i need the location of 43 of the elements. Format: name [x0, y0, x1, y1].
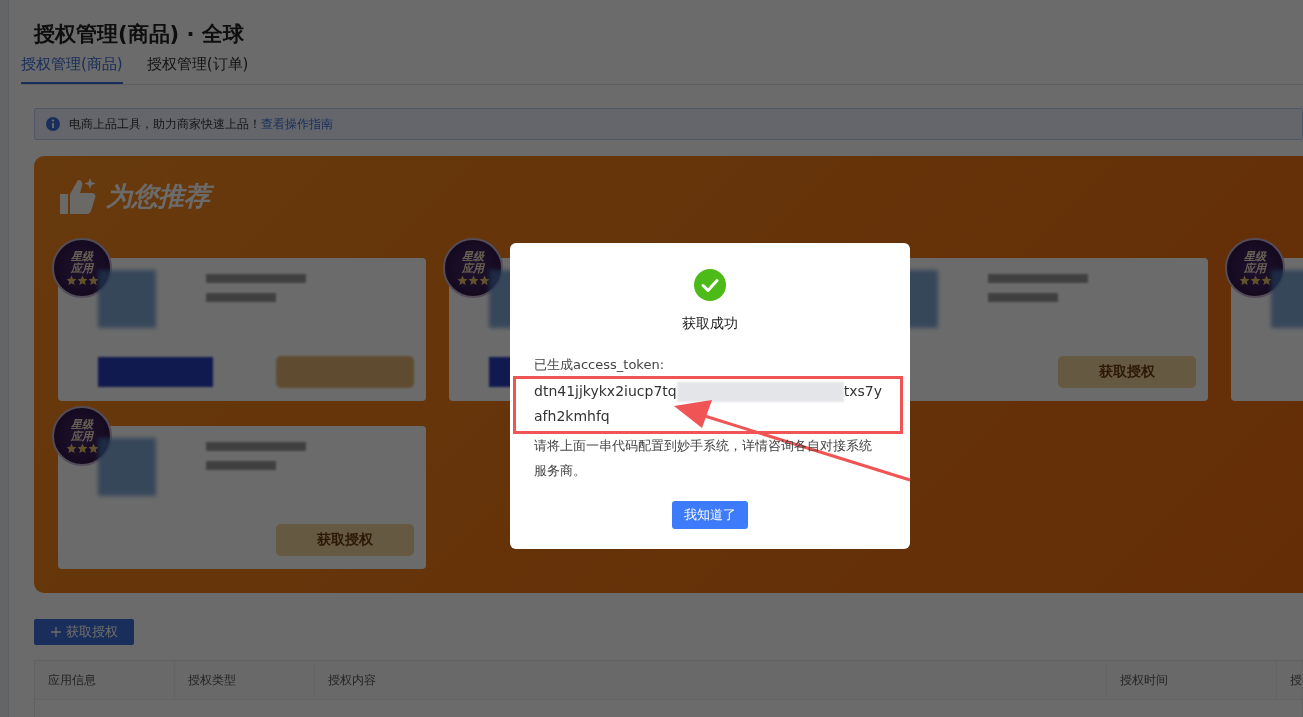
- blurred-text: [206, 461, 276, 470]
- blurred-image: [98, 438, 156, 496]
- authorize-button[interactable]: 获取授权: [276, 524, 414, 556]
- star-icon: [87, 274, 99, 286]
- add-button[interactable]: 获取授权: [34, 619, 134, 645]
- column-header: 授权类型: [175, 661, 315, 699]
- star-icon: [65, 442, 77, 454]
- column-header: 应用信息: [35, 661, 175, 699]
- blurred-text: [988, 293, 1058, 302]
- token-text: dtn41jjkykx2iucp7tq: [534, 382, 677, 401]
- star-icon: [65, 274, 77, 286]
- token-label: 已生成access_token:: [534, 356, 666, 374]
- tab[interactable]: 授权管理(商品): [21, 53, 123, 84]
- star-icon: [76, 442, 88, 454]
- plus-icon: [50, 626, 62, 638]
- page-title: 授权管理(商品) · 全球: [34, 21, 245, 48]
- badge-text: 星级应用: [1243, 250, 1268, 275]
- token-text: afh2kmhfq: [534, 407, 611, 426]
- column-header: 授: [1277, 661, 1303, 699]
- blurred-text: [206, 293, 276, 302]
- success-check-icon: [694, 269, 726, 301]
- confirm-button[interactable]: 我知道了: [672, 501, 748, 529]
- star-icon: [456, 274, 468, 286]
- star-icon: [87, 442, 99, 454]
- star-icon: [467, 274, 479, 286]
- star-icon: [76, 274, 88, 286]
- tab[interactable]: 授权管理(订单): [146, 53, 249, 84]
- authorize-button[interactable]: 获取授权: [1058, 356, 1196, 388]
- blurred-image: [98, 270, 156, 328]
- badge-text: 星级应用: [70, 418, 95, 443]
- star-icon: [1260, 274, 1272, 286]
- notice-text: 电商上品工具，助力商家快速上品！: [69, 115, 261, 133]
- token-text: txs7y: [843, 382, 882, 401]
- info-icon: [45, 116, 61, 132]
- star-icon: [1238, 274, 1250, 286]
- column-header: 授权时间: [1107, 661, 1277, 699]
- badge-text: 星级应用: [70, 250, 95, 275]
- guide-link[interactable]: 查看操作指南: [261, 115, 333, 133]
- star-icon: [1249, 274, 1261, 286]
- star-icon: [478, 274, 490, 286]
- column-header: 授权内容: [315, 661, 1107, 699]
- badge-text: 星级应用: [461, 250, 486, 275]
- dialog-title: 获取成功: [682, 315, 738, 333]
